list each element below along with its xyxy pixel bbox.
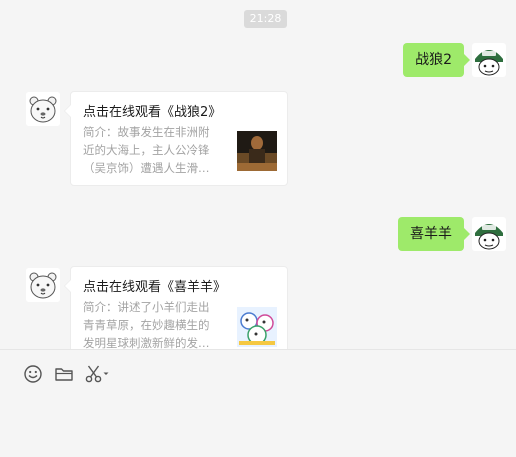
message-bubble[interactable]: 喜羊羊 <box>398 217 470 251</box>
chat-area[interactable]: 21:28 战狼2 点击在线观看《战狼2》 简介：故事发生在非洲附近的大海上，主… <box>0 0 516 350</box>
card-title: 点击在线观看《战狼2》 <box>83 105 222 120</box>
folder-icon[interactable] <box>54 364 74 384</box>
bot-avatar[interactable] <box>26 268 60 302</box>
screenshot-button[interactable] <box>84 364 110 384</box>
message-text: 喜羊羊 <box>410 226 452 242</box>
message-composer[interactable] <box>0 350 516 457</box>
timestamp: 21:28 <box>244 10 287 28</box>
my-avatar[interactable] <box>472 43 506 77</box>
emoji-icon[interactable] <box>23 364 43 384</box>
message-bubble[interactable]: 战狼2 <box>403 43 470 77</box>
message-text: 战狼2 <box>415 52 452 68</box>
card-description: 简介：讲述了小羊们走出青青草原，在妙趣横生的发明星球刺激新鲜的发… <box>83 300 210 350</box>
card-description: 简介：故事发生在非洲附近的大海上，主人公冷锋（吴京饰）遭遇人生滑… <box>83 125 210 175</box>
card-title: 点击在线观看《喜羊羊》 <box>83 280 227 295</box>
my-avatar[interactable] <box>472 217 506 251</box>
movie-poster-thumbnail <box>237 131 277 171</box>
link-card[interactable]: 点击在线观看《战狼2》 简介：故事发生在非洲附近的大海上，主人公冷锋（吴京饰）遭… <box>64 91 288 186</box>
bot-avatar[interactable] <box>26 92 60 126</box>
scissors-icon <box>85 365 102 383</box>
chevron-down-icon[interactable] <box>103 364 109 384</box>
cartoon-poster-thumbnail <box>237 307 277 347</box>
link-card[interactable]: 点击在线观看《喜羊羊》 简介：讲述了小羊们走出青青草原，在妙趣横生的发明星球刺激… <box>64 266 288 350</box>
